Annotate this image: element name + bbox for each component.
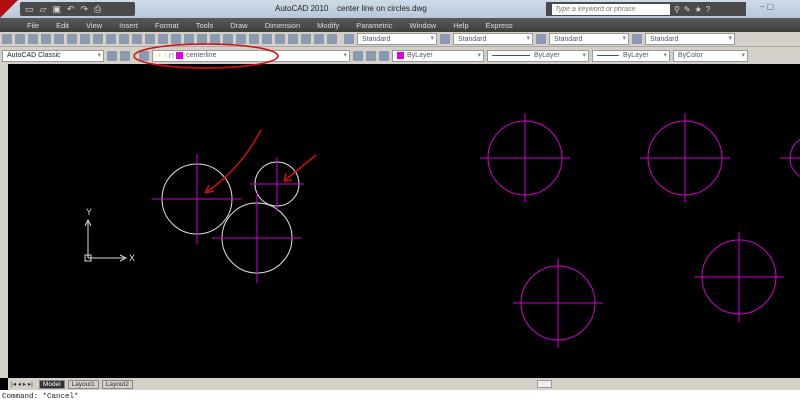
drawing-svg: Y X xyxy=(84,43,800,348)
ucs-icon: Y X xyxy=(84,207,135,263)
annotation-arrows xyxy=(133,43,317,194)
centerline-mark[interactable] xyxy=(212,193,302,283)
layout-tabs: |◂ ◂ ▸ ▸| Model Layout1 Layout2 xyxy=(8,378,800,390)
circle-with-centerline[interactable] xyxy=(694,232,784,322)
circle-with-centerline[interactable] xyxy=(513,258,603,348)
circle-with-centerline[interactable] xyxy=(480,113,570,203)
tab-layout2[interactable]: Layout2 xyxy=(101,379,133,389)
horizontal-scrollbar-thumb[interactable] xyxy=(537,380,552,388)
drawing-area[interactable]: Y X xyxy=(0,43,800,378)
left-toolbar xyxy=(0,64,8,378)
tab-layout1[interactable]: Layout1 xyxy=(67,379,99,389)
command-history: Command: *Cancel* xyxy=(2,393,79,401)
layer-annotation-overlay xyxy=(133,43,279,69)
circle-with-centerline[interactable] xyxy=(780,136,800,180)
ucs-x-label: X xyxy=(129,253,135,263)
circle-with-centerline[interactable] xyxy=(640,113,730,203)
centerline-mark[interactable] xyxy=(152,154,242,244)
command-line[interactable]: Command: *Cancel* xyxy=(0,390,800,406)
tab-model[interactable]: Model xyxy=(38,379,65,389)
ucs-y-label: Y xyxy=(86,207,92,217)
tab-nav-buttons[interactable]: |◂ ◂ ▸ ▸| xyxy=(11,380,33,388)
